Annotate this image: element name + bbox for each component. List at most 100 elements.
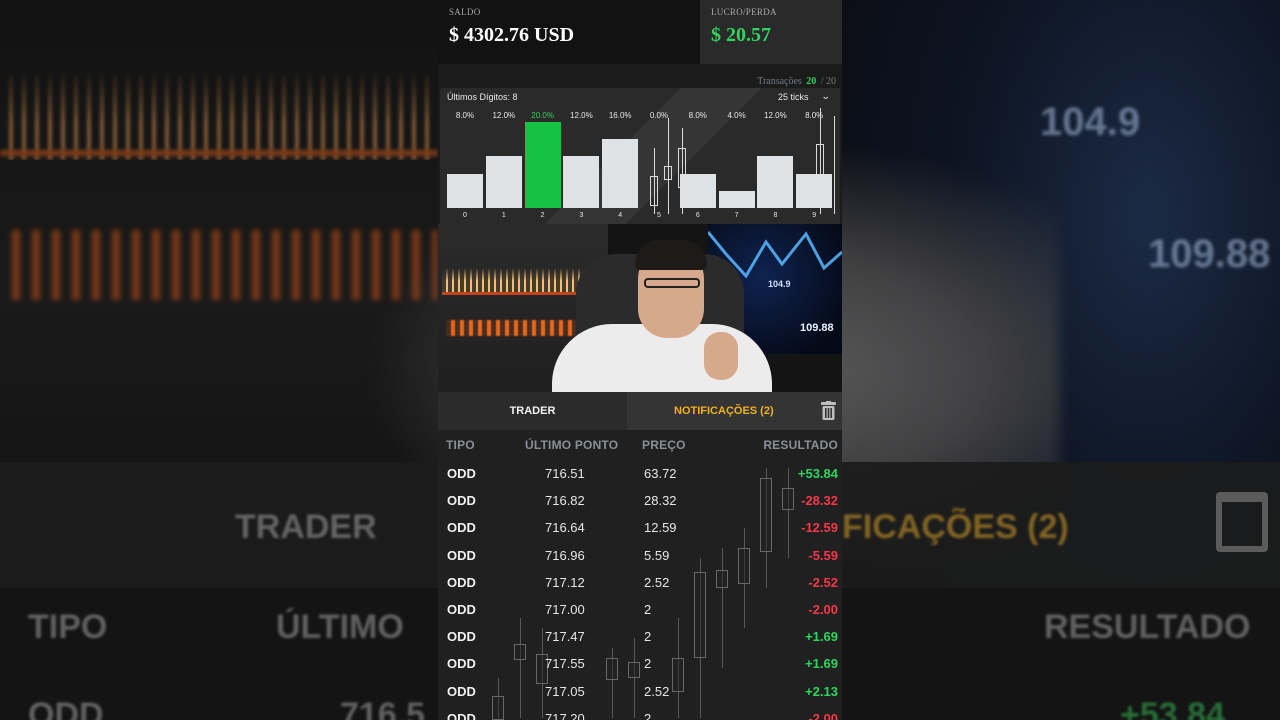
trade-last-point: 716.51: [545, 466, 585, 481]
digit-label: 4: [618, 212, 623, 219]
digit-label: 1: [501, 212, 506, 219]
trade-row[interactable]: ODD 716.82 28.32 -28.32: [438, 487, 842, 514]
digit-label: 5: [657, 212, 661, 219]
column-header-preco: PREÇO: [642, 438, 686, 452]
chart-candle-body: [650, 176, 658, 206]
trade-row[interactable]: ODD 717.20 2 -2.00: [438, 705, 842, 720]
background-tipo-text: TIPO: [28, 608, 108, 646]
trade-result: -5.59: [808, 547, 838, 563]
trade-result: -2.52: [808, 574, 838, 590]
background-notif-text: FICAÇÕES (2): [842, 508, 1069, 546]
trade-row[interactable]: ODD 717.47 2 +1.69: [438, 623, 842, 650]
video-fireplace-glow: [446, 320, 596, 336]
digit-percent-label: 8.0%: [455, 111, 475, 120]
digit-percent-label: 4.0%: [727, 111, 746, 120]
digit-label: 7: [734, 212, 739, 219]
background-screen-number: 109.88: [1148, 232, 1271, 276]
trade-row[interactable]: ODD 717.05 2.52 +2.13: [438, 678, 842, 705]
trade-result: -2.00: [808, 710, 838, 720]
trade-result: -2.00: [808, 601, 838, 617]
tab-notifications[interactable]: NOTIFICAÇÕES (2): [627, 392, 842, 430]
digit-percent-label: 12.0%: [764, 111, 787, 120]
ticks-select[interactable]: 25 ticks ⌄: [777, 91, 832, 102]
balance-label: SALDO: [449, 7, 481, 17]
background-trader-text: TRADER: [235, 508, 377, 546]
digit-label: 3: [579, 212, 584, 219]
trade-type: ODD: [447, 493, 476, 509]
digit-label: 8: [773, 212, 778, 219]
digit-bar: [679, 173, 716, 208]
digit-bar: [563, 156, 600, 208]
transactions-label: Transações: [757, 76, 802, 87]
digit-percent-label: 20.0%: [531, 111, 554, 120]
profit-loss-label: LUCRO/PERDA: [711, 7, 777, 17]
trade-row[interactable]: ODD 716.96 5.59 -5.59: [438, 542, 842, 569]
video-person-hand: [704, 332, 738, 380]
profit-loss-card: LUCRO/PERDA $ 20.57: [700, 0, 842, 64]
chevron-down-icon: ⌄: [821, 91, 832, 101]
digit-percent-label: 12.0%: [492, 111, 516, 120]
trade-last-point: 717.47: [545, 629, 585, 645]
trade-last-point: 717.12: [545, 574, 585, 590]
trade-type: ODD: [447, 574, 476, 590]
trade-type: ODD: [447, 656, 476, 672]
trade-last-point: 717.20: [545, 710, 585, 720]
digit-label: 6: [695, 212, 700, 219]
trade-type: ODD: [447, 710, 476, 720]
trade-result: +53.84: [797, 466, 838, 481]
balance-card: SALDO $ 4302.76 USD: [438, 0, 700, 64]
digit-percent-label: 12.0%: [570, 111, 593, 120]
transactions-count: 20: [806, 76, 817, 87]
account-summary: SALDO $ 4302.76 USD LUCRO/PERDA $ 20.57: [438, 0, 842, 64]
ticks-select-value: 25 ticks: [777, 91, 809, 102]
last-digits-title: Últimos Dígitos: 8: [447, 92, 518, 102]
trade-type: ODD: [447, 547, 476, 563]
last-digits-panel: Últimos Dígitos: 8 25 ticks ⌄ 8.0% 0 12.0%…: [440, 88, 840, 224]
profit-loss-value: $ 20.57: [711, 24, 771, 46]
trade-last-point: 716.96: [545, 547, 585, 563]
trade-price: 2: [644, 601, 652, 617]
digit-percent-label: 8.0%: [805, 111, 824, 120]
trade-last-point: 717.00: [545, 601, 585, 617]
trade-price: 63.72: [644, 466, 677, 481]
transactions-total: / 20: [820, 76, 836, 87]
trade-row[interactable]: ODD 716.51 63.72 +53.84: [438, 460, 842, 487]
trade-row[interactable]: ODD 717.55 2 +1.69: [438, 650, 842, 677]
table-header: TIPO ÚLTIMO PONTO PREÇO RESULTADO: [438, 430, 842, 458]
balance-value: $ 4302.76 USD: [449, 24, 575, 46]
trading-app-view: SALDO $ 4302.76 USD LUCRO/PERDA $ 20.57 …: [438, 0, 842, 720]
chart-candle-body: [816, 144, 824, 176]
chart-candle-wick: [834, 116, 835, 214]
trade-type: ODD: [447, 466, 476, 481]
trade-result: -28.32: [801, 493, 838, 509]
trade-row[interactable]: ODD 717.00 2 -2.00: [438, 596, 842, 623]
trade-price: 28.32: [644, 493, 677, 509]
digit-label: 9: [812, 212, 817, 219]
column-header-resultado: RESULTADO: [763, 438, 838, 452]
trade-type: ODD: [447, 629, 476, 645]
transactions-counter: Transações 20 / 20: [438, 64, 842, 88]
trade-row[interactable]: ODD 716.64 12.59 -12.59: [438, 514, 842, 541]
trade-result: +1.69: [805, 629, 838, 645]
trade-last-point: 716.64: [545, 520, 585, 536]
column-header-ultimo-ponto: ÚLTIMO PONTO: [525, 438, 619, 452]
trade-price: 2: [644, 629, 652, 645]
background-odd-text: ODD: [28, 696, 104, 720]
trade-price: 2.52: [644, 574, 670, 590]
video-screen-value: 109.88: [800, 322, 834, 334]
trade-result: -12.59: [801, 520, 838, 536]
trade-type: ODD: [447, 683, 476, 699]
trash-icon[interactable]: [821, 401, 836, 420]
video-person-hair: [635, 240, 707, 270]
trades-table-body: ODD 716.51 63.72 +53.84 ODD 716.82 28.32 -28.32…: [438, 460, 842, 720]
tab-trader[interactable]: TRADER: [438, 392, 627, 430]
background-ultimo-text: ÚLTIMO: [276, 608, 404, 646]
video-person-glasses: [644, 278, 700, 288]
digit-bar: [718, 190, 755, 208]
trade-result: +1.69: [805, 656, 838, 672]
video-fireplace-flames: [442, 268, 594, 294]
background-resultado-text: RESULTADO: [1044, 608, 1251, 646]
trade-row[interactable]: ODD 717.12 2.52 -2.52: [438, 569, 842, 596]
trade-last-point: 717.55: [545, 656, 585, 672]
digit-bar: [447, 173, 483, 208]
